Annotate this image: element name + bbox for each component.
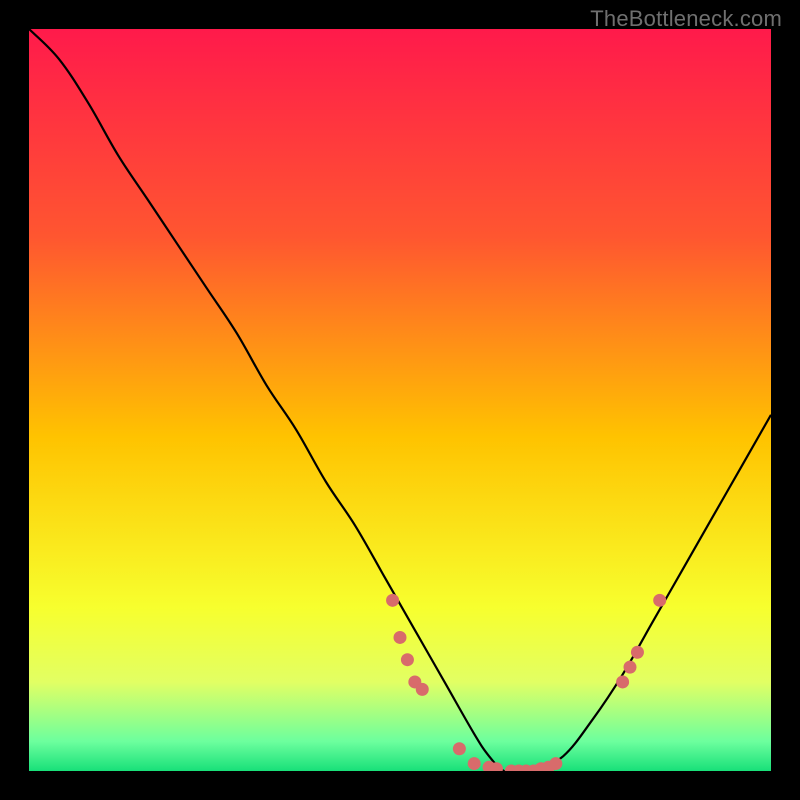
data-point bbox=[624, 661, 637, 674]
data-point bbox=[453, 742, 466, 755]
data-point bbox=[631, 646, 644, 659]
bottleneck-chart bbox=[29, 29, 771, 771]
data-point bbox=[616, 675, 629, 688]
chart-background bbox=[29, 29, 771, 771]
data-point bbox=[401, 653, 414, 666]
data-point bbox=[653, 594, 666, 607]
data-point bbox=[468, 757, 481, 770]
watermark: TheBottleneck.com bbox=[590, 6, 782, 32]
data-point bbox=[549, 757, 562, 770]
data-point bbox=[386, 594, 399, 607]
data-point bbox=[394, 631, 407, 644]
data-point bbox=[416, 683, 429, 696]
